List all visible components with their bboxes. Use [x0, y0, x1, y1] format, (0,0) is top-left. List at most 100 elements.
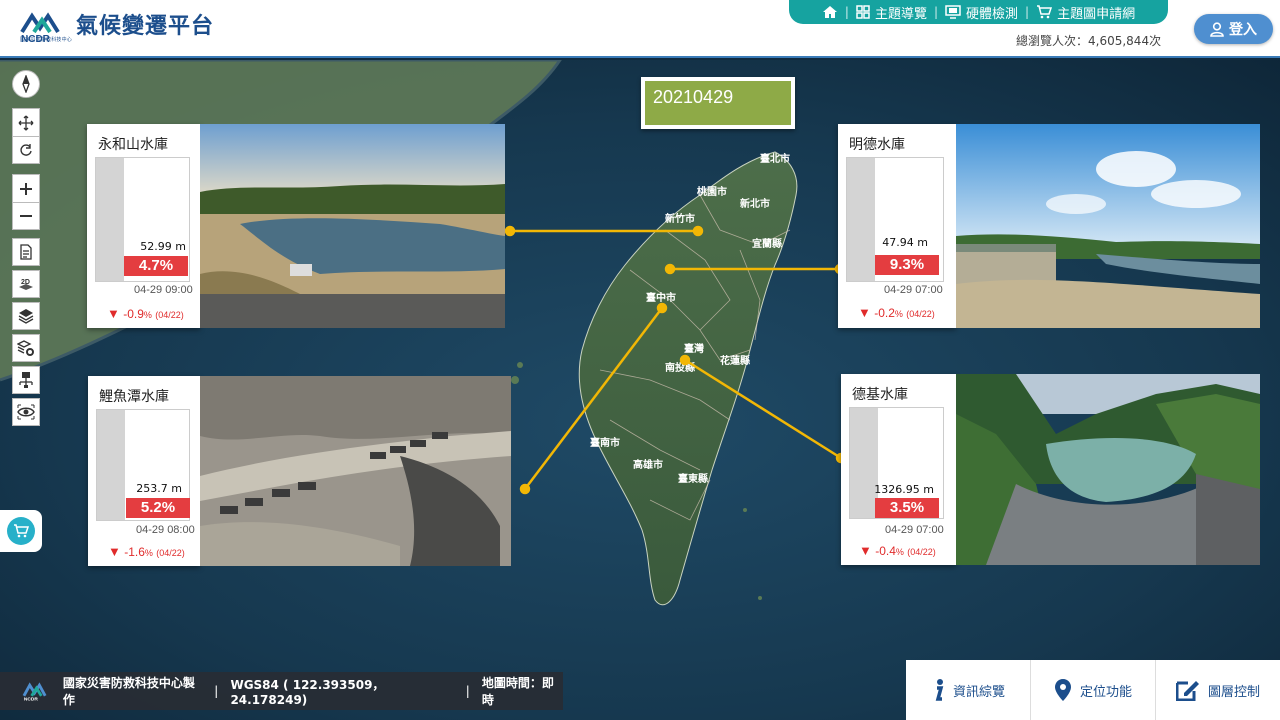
document-button[interactable]	[12, 238, 40, 266]
connector-dot	[504, 225, 516, 237]
map-label: 花蓮縣	[720, 354, 750, 367]
network-button[interactable]	[12, 366, 40, 394]
down-arrow-icon: ▼	[107, 306, 120, 321]
rotate-button[interactable]	[12, 136, 40, 164]
footer-actions: 資訊綜覽 定位功能 圖層控制	[906, 660, 1280, 720]
date-display: 20210429	[641, 77, 795, 129]
layer-control-button[interactable]: 圖層控制	[1155, 660, 1280, 720]
info-overview-button[interactable]: 資訊綜覽	[906, 660, 1030, 720]
eye-button[interactable]	[12, 398, 40, 426]
update-time: 04-29 07:00	[885, 524, 944, 536]
water-level: 253.7 m	[136, 482, 182, 495]
monitor-icon	[945, 5, 961, 19]
layer-settings-button[interactable]	[12, 334, 40, 362]
change-rate: ▼ -0.9% (04/22)	[107, 306, 184, 321]
pan-button[interactable]	[12, 108, 40, 136]
water-level: 47.94 m	[882, 236, 928, 249]
reservoir-card-liyutan[interactable]: 鯉魚潭水庫 253.7 m 5.2% 04-29 08:00 ▼ -1.6% (…	[88, 376, 200, 566]
map-label: 新竹市	[665, 212, 695, 225]
connector-dot	[679, 354, 691, 366]
user-icon	[1210, 21, 1224, 37]
reservoir-card-deji[interactable]: 德基水庫 1326.95 m 3.5% 04-29 07:00 ▼ -0.4% …	[841, 374, 956, 565]
nav-home[interactable]	[815, 5, 845, 19]
location-pin-icon	[1054, 679, 1071, 701]
reservoir-photo-mingde	[956, 124, 1260, 328]
map-label: 臺東縣	[678, 472, 708, 485]
zoom-out-button[interactable]	[12, 202, 40, 230]
reservoir-name: 永和山水庫	[98, 137, 168, 153]
connector-dot	[519, 483, 531, 495]
compass-icon	[22, 75, 30, 93]
document-icon	[20, 244, 32, 260]
map-toolbar: 2D	[12, 70, 40, 430]
date-label: 20210429	[645, 81, 791, 125]
map-label: 臺灣	[684, 342, 704, 355]
reservoir-card-yonghe[interactable]: 永和山水庫 52.99 m 4.7% 04-29 09:00 ▼ -0.9% (…	[87, 124, 200, 328]
layers-3d-button[interactable]	[12, 302, 40, 330]
nav-map-request[interactable]: 主題圖申請網	[1029, 3, 1142, 22]
water-level: 1326.95 m	[874, 483, 934, 496]
reservoir-photo-yonghe	[200, 124, 505, 328]
water-level: 52.99 m	[140, 240, 186, 253]
storage-percent: 3.5%	[875, 498, 939, 518]
storage-percent: 4.7%	[124, 256, 188, 276]
reservoir-name: 鯉魚潭水庫	[99, 389, 169, 405]
change-rate: ▼ -0.2% (04/22)	[858, 305, 935, 320]
connector-dot	[664, 263, 676, 275]
zoom-out-icon	[20, 215, 32, 217]
map-label: 宜蘭縣	[752, 237, 782, 250]
edit-layer-icon	[1175, 681, 1199, 701]
site-title: 氣候變遷平台	[76, 14, 215, 39]
coordinates: WGS84 ( 122.393509，24.178249)	[230, 677, 385, 707]
home-icon	[822, 6, 837, 18]
cart-icon	[1037, 5, 1053, 19]
zoom-in-button[interactable]	[12, 174, 40, 202]
down-arrow-icon: ▼	[108, 544, 121, 559]
pan-icon	[18, 115, 34, 130]
map-label: 桃園市	[697, 185, 727, 198]
reservoir-card-mingde[interactable]: 明德水庫 47.94 m 9.3% 04-29 07:00 ▼ -0.2% (0…	[838, 124, 956, 328]
org-name: 國家災害防救科技中心製作	[62, 676, 195, 707]
storage-percent: 9.3%	[875, 255, 939, 275]
login-button[interactable]: 登入	[1194, 14, 1273, 44]
reservoir-photo-liyutan	[200, 376, 511, 566]
update-time: 04-29 09:00	[134, 284, 193, 296]
reservoir-photo-deji	[956, 374, 1260, 565]
nav-theme-guide[interactable]: 主題導覽	[849, 3, 934, 22]
zoom-in-icon	[20, 182, 32, 195]
update-time: 04-29 07:00	[884, 284, 943, 296]
footer-info-bar: NCDR 國家災害防救科技中心製作 | WGS84 ( 122.393509，2…	[0, 672, 563, 710]
map-label: 高雄市	[633, 458, 663, 471]
map-time: 地圖時間：即時	[481, 676, 554, 707]
view-2d-button[interactable]: 2D	[12, 270, 40, 298]
map-label: 臺中市	[646, 291, 676, 304]
grid-icon	[856, 5, 870, 19]
shopping-cart-icon	[14, 524, 29, 538]
connector-dot	[692, 225, 704, 237]
cart-button[interactable]	[0, 510, 42, 552]
eye-icon	[17, 404, 35, 420]
change-rate: ▼ -0.4% (04/22)	[859, 543, 936, 558]
down-arrow-icon: ▼	[859, 543, 872, 558]
svg-text:2D: 2D	[21, 279, 30, 286]
down-arrow-icon: ▼	[858, 305, 871, 320]
update-time: 04-29 08:00	[136, 524, 195, 536]
logo-subtitle: 國家災害防救科技中心	[20, 37, 73, 43]
connector-dot	[656, 302, 668, 314]
svg-text:NCDR: NCDR	[24, 697, 38, 702]
ncdr-footer-logo: NCDR	[22, 682, 47, 702]
info-icon	[935, 679, 944, 701]
map-label: 臺北市	[760, 152, 790, 165]
compass-button[interactable]	[12, 70, 40, 98]
header: NCDR 國家災害防救科技中心 氣候變遷平台 | 主題導覽 | 硬體檢測 | 主…	[0, 0, 1280, 58]
layer-settings-icon	[17, 340, 34, 356]
network-icon	[19, 372, 33, 388]
layers-3d-icon	[18, 309, 34, 324]
rotate-icon	[20, 144, 32, 156]
map-label: 新北市	[740, 197, 770, 210]
reservoir-name: 明德水庫	[849, 137, 905, 153]
locate-button[interactable]: 定位功能	[1030, 660, 1155, 720]
storage-percent: 5.2%	[126, 498, 190, 518]
nav-hardware-check[interactable]: 硬體檢測	[938, 3, 1025, 22]
visitor-count: 總瀏覽人次：4,605,844次	[1016, 34, 1162, 48]
